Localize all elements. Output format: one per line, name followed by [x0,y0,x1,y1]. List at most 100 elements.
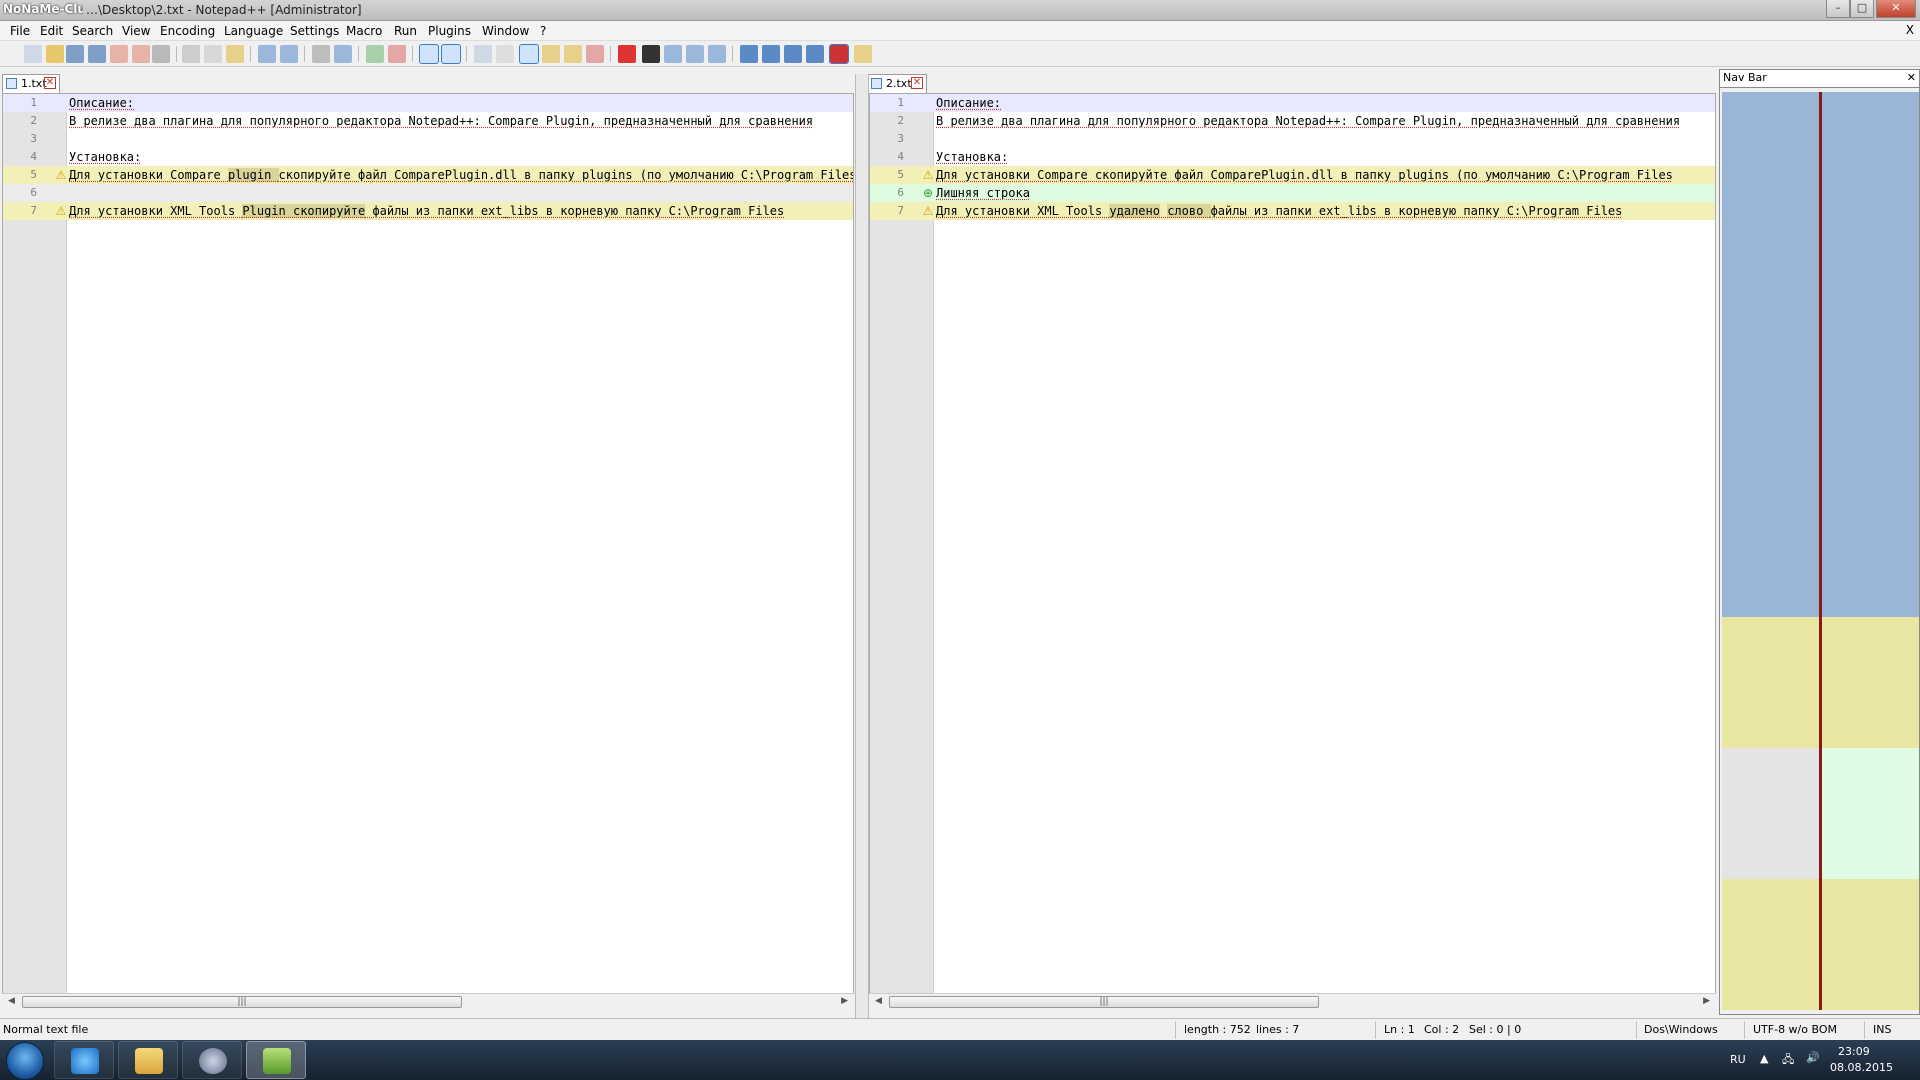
taskbar-media-app[interactable] [182,1041,242,1079]
menu-encoding[interactable]: Encoding [160,24,215,38]
word-wrap-icon[interactable] [474,45,492,63]
nav-bar-segment[interactable] [1822,485,1919,617]
function-list-icon[interactable] [586,45,604,63]
scroll-right-icon[interactable]: ▶ [841,996,848,1006]
sync-horizontal-icon[interactable] [441,44,461,64]
nav-bar-left-map[interactable] [1722,92,1819,1010]
editor-line[interactable]: 3 [3,130,853,148]
record-macro-icon[interactable] [618,45,636,63]
menu-edit[interactable]: Edit [40,24,63,38]
taskbar-notepadpp[interactable] [246,1041,306,1079]
print-icon[interactable] [152,45,170,63]
editor-line[interactable]: 4 Установка: [3,148,853,166]
nav-bar-right-map[interactable] [1822,92,1919,1010]
find-icon[interactable] [312,45,330,63]
play-macro-icon[interactable] [664,45,682,63]
nav-bar-segment[interactable] [1822,92,1919,224]
tray-time[interactable]: 23:09 [1838,1045,1870,1058]
tab-close-icon[interactable]: ✕ [44,77,56,89]
menu-macro[interactable]: Macro [346,24,382,38]
nav-bar-segment[interactable] [1722,878,1819,1010]
network-icon[interactable]: 🖧 [1782,1051,1794,1070]
open-file-icon[interactable] [46,45,64,63]
editor-line[interactable]: 6 ⊕ Лишняя строка [870,184,1715,202]
zoom-in-icon[interactable] [366,45,384,63]
nav-bar-segment[interactable] [1822,616,1919,748]
editor-line[interactable]: 3 [870,130,1715,148]
editor-line[interactable]: 6 [3,184,853,202]
nav-bar-close-icon[interactable]: ✕ [1907,70,1916,86]
save-all-icon[interactable] [88,45,106,63]
scroll-left-icon[interactable]: ◀ [875,996,882,1006]
language-define-icon[interactable] [542,45,560,63]
nav-bar-segment[interactable] [1822,354,1919,486]
spell-check-icon[interactable] [829,44,849,64]
scroll-right-icon[interactable]: ▶ [1703,996,1710,1006]
minimize-button[interactable]: – [1826,0,1850,18]
editor-line[interactable]: 5 ⚠ Для установки Compare скопируйте файл … [870,166,1715,184]
right-horizontal-scrollbar[interactable]: ◀ ||| ▶ [869,993,1716,1010]
last-diff-icon[interactable] [806,45,824,63]
save-icon[interactable] [66,45,84,63]
stop-macro-icon[interactable] [642,45,660,63]
menu-file[interactable]: File [10,24,30,38]
close-button[interactable]: ✕ [1876,0,1916,18]
editor-line[interactable]: 2 В релизе два плагина для популярного ре… [3,112,853,130]
taskbar-file-explorer[interactable] [118,1041,178,1079]
volume-icon[interactable]: 🔊 [1806,1051,1820,1064]
tray-date[interactable]: 08.08.2015 [1830,1061,1893,1074]
editor-line[interactable]: 7 ⚠ Для установки XML Tools Plugin скопиру… [3,202,853,220]
close-document-icon[interactable]: X [1906,23,1914,37]
next-diff-icon[interactable] [784,45,802,63]
menu-window[interactable]: Window [482,24,529,38]
paste-icon[interactable] [226,45,244,63]
compare-icon[interactable] [740,45,758,63]
menu-run[interactable]: Run [394,24,417,38]
editor-splitter[interactable] [855,74,869,1018]
copy-icon[interactable] [204,45,222,63]
nav-bar-segment[interactable] [1822,747,1919,879]
nav-bar-segment[interactable] [1722,354,1819,486]
zoom-out-icon[interactable] [388,45,406,63]
left-editor[interactable]: 1 Описание: 2 В релизе два плагина для попу… [2,93,854,1003]
run-macro-multiple-icon[interactable] [686,45,704,63]
menu-plugins[interactable]: Plugins [428,24,471,38]
replace-icon[interactable] [334,45,352,63]
nav-bar-segment[interactable] [1722,223,1819,355]
menu-language[interactable]: Language [224,24,283,38]
nav-bar-segment[interactable] [1722,747,1819,879]
nav-bar-segment[interactable] [1722,92,1819,224]
editor-line[interactable]: 7 ⚠ Для установки XML Tools удалено слово … [870,202,1715,220]
scroll-left-icon[interactable]: ◀ [8,996,15,1006]
nav-bar-segment[interactable] [1722,616,1819,748]
nav-bar-segment[interactable] [1722,485,1819,617]
menu-search[interactable]: Search [72,24,113,38]
editor-line[interactable]: 4 Установка: [870,148,1715,166]
tab-left-file[interactable]: 1.txt ✕ [2,74,60,93]
editor-line[interactable]: 1 Описание: [870,94,1715,112]
left-horizontal-scrollbar[interactable]: ◀ ||| ▶ [2,993,854,1010]
menu-view[interactable]: View [122,24,150,38]
editor-line[interactable]: 5 ⚠ Для установки Compare plugin скопируйт… [3,166,853,184]
editor-line[interactable]: 2 В релизе два плагина для популярного ре… [870,112,1715,130]
previous-diff-icon[interactable] [762,45,780,63]
tab-close-icon[interactable]: ✕ [911,77,923,89]
plugin-extra-icon[interactable] [854,45,872,63]
close-file-icon[interactable] [110,45,128,63]
start-button[interactable] [6,1042,44,1080]
tray-expand-icon[interactable]: ▲ [1760,1052,1768,1065]
cut-icon[interactable] [182,45,200,63]
undo-icon[interactable] [258,45,276,63]
new-file-icon[interactable] [24,45,42,63]
menu-help[interactable]: ? [540,24,546,38]
save-macro-icon[interactable] [708,45,726,63]
redo-icon[interactable] [280,45,298,63]
document-map-icon[interactable] [564,45,582,63]
menu-settings[interactable]: Settings [290,24,339,38]
scroll-thumb[interactable]: ||| [889,996,1319,1008]
tab-right-file[interactable]: 2.txt ✕ [867,74,927,93]
editor-line[interactable]: 1 Описание: [3,94,853,112]
close-all-icon[interactable] [132,45,150,63]
nav-bar-segment[interactable] [1822,223,1919,355]
right-editor[interactable]: 1 Описание: 2 В релизе два плагина для попу… [869,93,1716,1003]
